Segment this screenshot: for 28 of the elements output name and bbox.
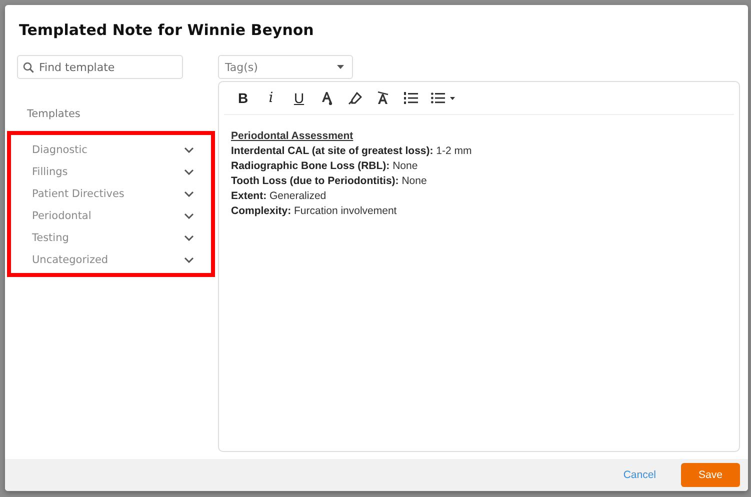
tags-dropdown[interactable]: Tag(s) xyxy=(218,55,353,79)
note-line: Radiographic Bone Loss (RBL): None xyxy=(231,159,419,174)
numbered-list-icon xyxy=(404,92,418,104)
italic-button[interactable]: i xyxy=(257,86,285,110)
note-line: Tooth Loss (due to Periodontitis): None xyxy=(231,174,428,189)
note-line: Interdental CAL (at site of greatest loss): 1-2 mm xyxy=(231,144,473,159)
section-heading: Templates xyxy=(27,108,82,122)
font-color-icon xyxy=(321,91,333,105)
text-editor[interactable] xyxy=(218,81,740,452)
bullet-list-icon xyxy=(431,92,455,104)
note-line: Extent: Generalized xyxy=(231,189,328,204)
caret-icon xyxy=(337,65,344,69)
template-category[interactable]: Diagnostic xyxy=(11,139,211,161)
note-line: Complexity: Furcation involvement xyxy=(231,204,398,219)
clear-format-icon xyxy=(377,91,389,105)
bold-button[interactable]: B xyxy=(229,86,257,110)
search-field[interactable]: Find template xyxy=(17,55,183,79)
save-button[interactable]: Save xyxy=(681,463,740,487)
template-category[interactable]: Testing xyxy=(11,227,211,249)
underline-button[interactable]: U xyxy=(285,86,313,110)
template-category[interactable]: Uncategorized xyxy=(11,249,211,271)
template-category[interactable]: Fillings xyxy=(11,161,211,183)
note-heading: Periodontal Assessment xyxy=(231,129,354,144)
cancel-link[interactable]: Cancel xyxy=(623,469,656,481)
template-category[interactable]: Periodontal xyxy=(11,205,211,227)
template-category[interactable]: Patient Directives xyxy=(11,183,211,205)
dialog-title: Templated Note for Winnie Beynon xyxy=(18,20,315,41)
highlighter-icon xyxy=(348,92,362,104)
